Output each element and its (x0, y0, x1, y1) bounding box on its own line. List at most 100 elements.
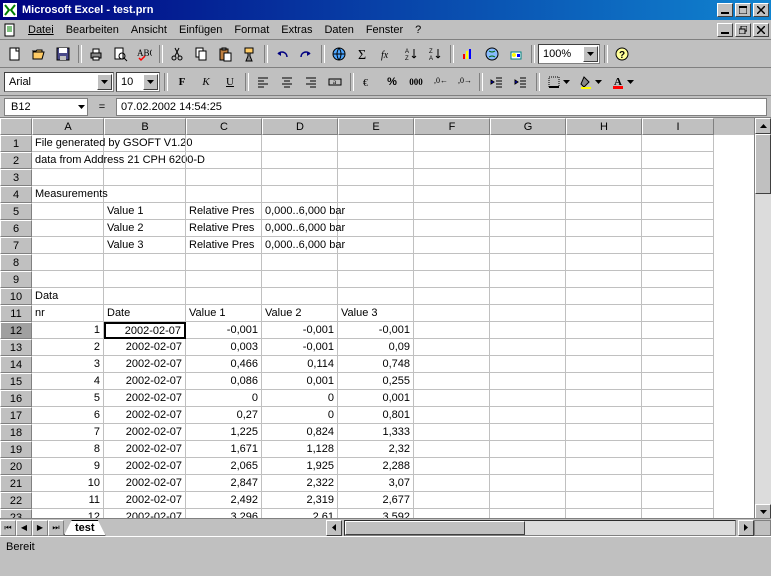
format-painter-button[interactable] (238, 43, 260, 65)
cell[interactable] (414, 407, 490, 424)
cell[interactable] (262, 135, 338, 152)
cell[interactable] (414, 135, 490, 152)
cell[interactable]: 7 (32, 424, 104, 441)
cell[interactable] (104, 169, 186, 186)
row-header[interactable]: 17 (0, 407, 32, 424)
bold-button[interactable]: F (171, 71, 193, 93)
cell[interactable]: 2002-02-07 (104, 424, 186, 441)
cell[interactable]: Value 2 (104, 220, 186, 237)
cell[interactable]: 0,27 (186, 407, 262, 424)
cell[interactable]: 0 (262, 407, 338, 424)
cell[interactable]: Relative Pres (186, 203, 262, 220)
cell[interactable]: nr (32, 305, 104, 322)
function-button[interactable]: fx (376, 43, 398, 65)
cell[interactable] (642, 322, 714, 339)
cell[interactable]: 2,847 (186, 475, 262, 492)
cell[interactable] (186, 169, 262, 186)
name-box[interactable]: B12 (4, 98, 88, 116)
cell[interactable] (490, 356, 566, 373)
font-name-combo[interactable]: Arial (4, 72, 114, 92)
cell[interactable] (414, 339, 490, 356)
cell[interactable] (490, 237, 566, 254)
align-center-button[interactable] (276, 71, 298, 93)
cell[interactable] (186, 254, 262, 271)
redo-button[interactable] (295, 43, 317, 65)
doc-minimize-button[interactable] (717, 23, 733, 37)
currency-button[interactable]: € (357, 71, 379, 93)
cell[interactable] (414, 271, 490, 288)
cell[interactable] (490, 458, 566, 475)
cells-area[interactable]: 1File generated by GSOFT V1.202data from… (0, 135, 754, 518)
cell[interactable] (642, 305, 714, 322)
cell[interactable]: 0,09 (338, 339, 414, 356)
cell[interactable] (490, 254, 566, 271)
cell[interactable]: 0,001 (262, 373, 338, 390)
cell[interactable]: 2,492 (186, 492, 262, 509)
cell[interactable] (566, 424, 642, 441)
undo-button[interactable] (271, 43, 293, 65)
cell[interactable]: 1,333 (338, 424, 414, 441)
cell[interactable] (414, 169, 490, 186)
cell[interactable] (566, 339, 642, 356)
cell[interactable] (338, 152, 414, 169)
cell[interactable] (642, 475, 714, 492)
scroll-up-icon[interactable] (755, 118, 771, 134)
cell[interactable] (414, 475, 490, 492)
cell[interactable] (566, 458, 642, 475)
cell[interactable]: File generated by GSOFT V1.20 (32, 135, 104, 152)
row-header[interactable]: 7 (0, 237, 32, 254)
cell[interactable] (642, 424, 714, 441)
row-header[interactable]: 23 (0, 509, 32, 518)
cell[interactable]: 2002-02-07 (104, 322, 186, 339)
cell[interactable] (262, 186, 338, 203)
cell[interactable] (642, 271, 714, 288)
cell[interactable]: Measurements (32, 186, 104, 203)
cell[interactable] (642, 356, 714, 373)
cell[interactable] (338, 169, 414, 186)
cell[interactable]: Data (32, 288, 104, 305)
cell[interactable] (642, 509, 714, 518)
cell[interactable]: 2002-02-07 (104, 475, 186, 492)
column-header[interactable]: G (490, 118, 566, 135)
sort-asc-button[interactable]: AZ (400, 43, 422, 65)
cell[interactable] (566, 441, 642, 458)
cell[interactable]: 8 (32, 441, 104, 458)
cell[interactable]: Value 1 (104, 203, 186, 220)
cell[interactable] (490, 169, 566, 186)
column-header[interactable]: I (642, 118, 714, 135)
menu-format[interactable]: Format (228, 22, 275, 38)
cell[interactable] (566, 390, 642, 407)
cell[interactable] (186, 271, 262, 288)
cell[interactable]: Date (104, 305, 186, 322)
cell[interactable]: 2,322 (262, 475, 338, 492)
cell[interactable] (490, 475, 566, 492)
fill-color-button[interactable] (575, 71, 605, 93)
tab-next-button[interactable]: ▶ (32, 520, 48, 536)
cell[interactable]: -0,001 (262, 339, 338, 356)
cell[interactable] (642, 203, 714, 220)
cell[interactable] (262, 152, 338, 169)
cell[interactable] (642, 373, 714, 390)
cell[interactable] (566, 475, 642, 492)
cell[interactable]: 11 (32, 492, 104, 509)
cell[interactable] (490, 339, 566, 356)
cell[interactable] (32, 237, 104, 254)
cell[interactable]: 2,319 (262, 492, 338, 509)
scroll-right-icon[interactable] (738, 520, 754, 536)
cell[interactable]: 0,255 (338, 373, 414, 390)
cell[interactable] (490, 407, 566, 424)
row-header[interactable]: 20 (0, 458, 32, 475)
row-header[interactable]: 14 (0, 356, 32, 373)
cell[interactable] (414, 356, 490, 373)
column-header[interactable]: B (104, 118, 186, 135)
percent-button[interactable]: % (381, 71, 403, 93)
cell[interactable] (104, 135, 186, 152)
row-header[interactable]: 6 (0, 220, 32, 237)
cell[interactable] (566, 373, 642, 390)
row-header[interactable]: 8 (0, 254, 32, 271)
cell[interactable]: -0,001 (186, 322, 262, 339)
cell[interactable]: 2,288 (338, 458, 414, 475)
cell[interactable] (642, 254, 714, 271)
cell[interactable] (566, 237, 642, 254)
formula-input[interactable]: 07.02.2002 14:54:25 (116, 98, 767, 116)
